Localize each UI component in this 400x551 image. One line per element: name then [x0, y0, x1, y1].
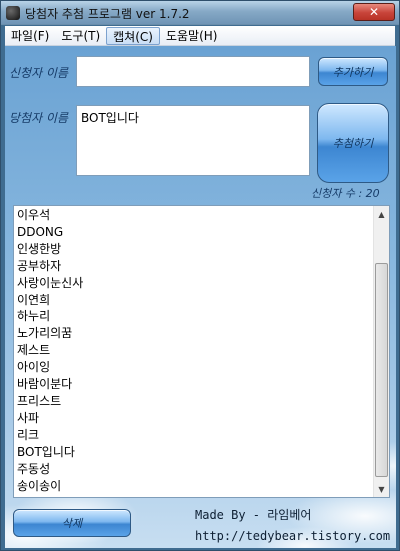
list-item[interactable]: 노가리의꿈 — [17, 325, 83, 342]
list-item[interactable]: 제스트 — [17, 342, 83, 359]
applicant-list[interactable]: 이우석 DDONG 인생한방 공부하자 사랑이눈신사 이연희 하누리 노가리의꿈 제스트 아이잉 바… — [13, 205, 390, 498]
list-item[interactable]: 주동성 — [17, 461, 83, 478]
made-by-text: Made By - 라임베어 — [195, 508, 312, 522]
list-item[interactable]: 송이송이 — [17, 478, 83, 495]
chevron-up-icon: ▲ — [378, 209, 385, 219]
menu-capture[interactable]: 캡쳐(C) — [106, 26, 160, 45]
window-title: 당첨자 추첨 프로그램 ver 1.7.2 — [25, 7, 190, 21]
menu-file[interactable]: 파일(F) — [5, 27, 55, 45]
applicant-name-input[interactable] — [76, 56, 310, 87]
winner-name-label: 당첨자 이름 — [9, 111, 69, 125]
list-item[interactable]: 프리스트 — [17, 393, 83, 410]
list-item[interactable]: 사파 — [17, 410, 83, 427]
list-item[interactable]: 하누리 — [17, 308, 83, 325]
list-scrollbar[interactable]: ▲ ▼ — [373, 206, 389, 497]
list-item[interactable]: DDONG — [17, 224, 83, 241]
list-item[interactable]: BOT입니다 — [17, 444, 83, 461]
title-bar[interactable]: 당첨자 추첨 프로그램 ver 1.7.2 ✕ — [1, 1, 399, 25]
list-item[interactable]: 리크 — [17, 427, 83, 444]
applicant-name-label: 신청자 이름 — [9, 66, 69, 80]
close-icon: ✕ — [368, 5, 380, 19]
list-item[interactable]: 인생한방 — [17, 241, 83, 258]
menu-help[interactable]: 도움말(H) — [160, 27, 224, 45]
draw-button[interactable]: 추첨하기 — [317, 103, 389, 183]
delete-button[interactable]: 삭제 — [13, 509, 131, 537]
list-item[interactable]: 이연희 — [17, 292, 83, 309]
add-button[interactable]: 추가하기 — [318, 57, 388, 86]
menu-tools[interactable]: 도구(T) — [55, 27, 106, 45]
list-item[interactable]: 공부하자 — [17, 258, 83, 275]
list-item[interactable]: 사랑이눈신사 — [17, 275, 83, 292]
winner-name-field[interactable]: BOT입니다 — [76, 105, 310, 176]
client-area: 신청자 이름 추가하기 당첨자 이름 BOT입니다 추첨하기 신청자 수 : 2… — [5, 46, 396, 548]
app-window: 당첨자 추첨 프로그램 ver 1.7.2 ✕ 파일(F) 도구(T) 캡쳐(C… — [0, 0, 400, 551]
applicant-count: 신청자 수 : 20 — [311, 187, 380, 200]
list-item[interactable]: 아이잉 — [17, 359, 83, 376]
chevron-down-icon: ▼ — [378, 484, 385, 494]
scroll-up-button[interactable]: ▲ — [374, 206, 389, 222]
scroll-down-button[interactable]: ▼ — [374, 481, 389, 497]
list-item[interactable]: 바람이분다 — [17, 376, 83, 393]
menu-bar: 파일(F) 도구(T) 캡쳐(C) 도움말(H) — [5, 26, 395, 46]
app-logo-icon — [6, 6, 20, 20]
close-button[interactable]: ✕ — [353, 3, 395, 21]
list-item[interactable]: 이우석 — [17, 207, 83, 224]
scroll-thumb[interactable] — [375, 263, 388, 477]
list-items: 이우석 DDONG 인생한방 공부하자 사랑이눈신사 이연희 하누리 노가리의꿈 제스트 아이잉 바… — [17, 207, 83, 494]
blog-url: http://tedybear.tistory.com — [195, 529, 391, 543]
